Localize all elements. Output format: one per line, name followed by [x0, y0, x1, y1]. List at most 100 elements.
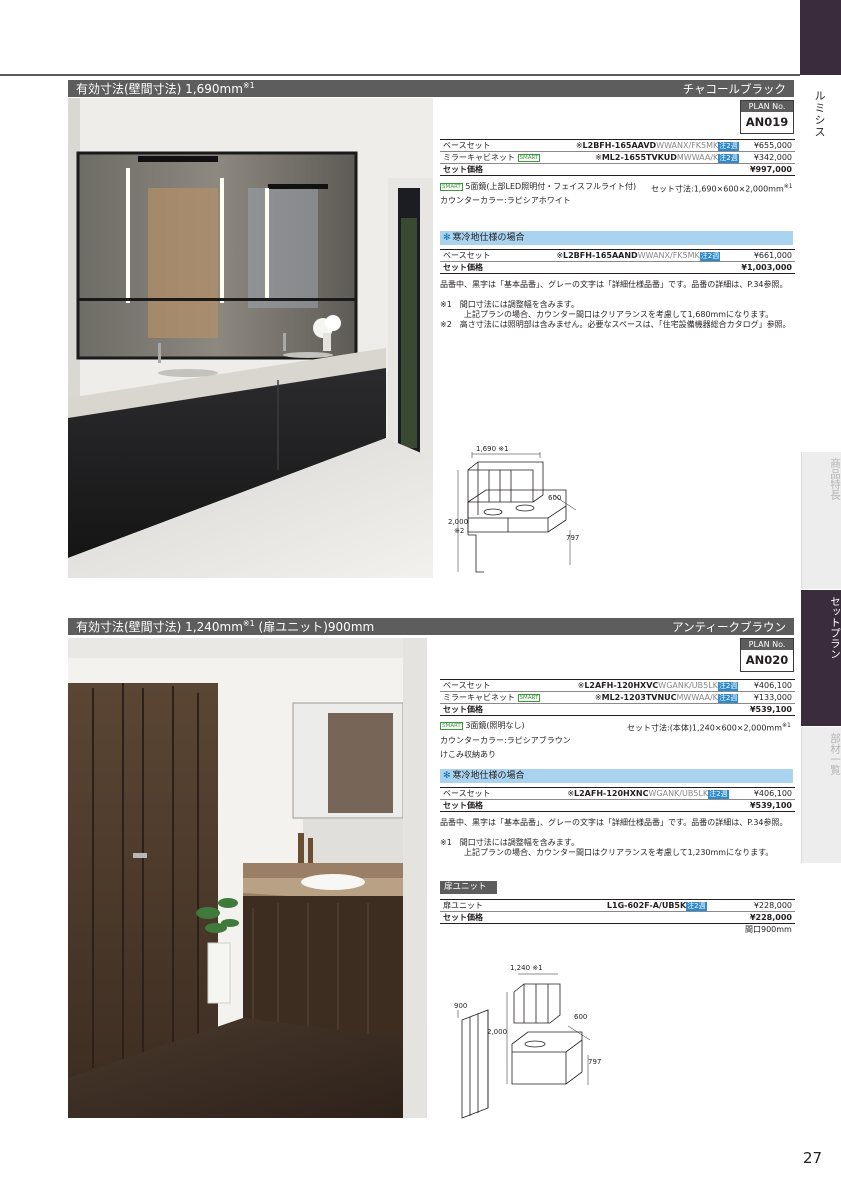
dim-height: 2,000 [448, 518, 468, 526]
series-label: ルミシス [813, 90, 826, 138]
note-line: 上記プランの場合、カウンター間口はクリアランスを考慮して1,230mmになります… [440, 848, 774, 857]
table-row-total: セット価格 ¥539,100 [440, 799, 795, 812]
row-name: ベースセット [440, 787, 511, 800]
dim-height-note: ※2 [454, 527, 464, 535]
snowflake-icon: ✻ [443, 233, 451, 243]
plan-number: AN020 [745, 653, 789, 667]
smart-badge-icon: SMART [517, 693, 541, 702]
product-code: ※L2AFH-120HXVCWGANK/UB5LK注2週 [555, 679, 742, 692]
table-row: ベースセット ※L2BFH-165AANDWWANX/FK5MK注2週 ¥661… [440, 249, 795, 262]
snowflake-icon: ✻ [443, 771, 451, 781]
dim-door-width: 900 [454, 1002, 467, 1010]
page-number: 27 [803, 1149, 823, 1167]
section2-color-name: アンティークブラウン [672, 619, 786, 634]
table-row-total: セット価格 ¥539,100 [440, 703, 795, 716]
row-name: ベースセット [440, 139, 555, 152]
set-dimensions: セット寸法:(本体)1,240×600×2,000mm※1 [627, 722, 791, 733]
dim-counter: 797 [588, 1058, 601, 1066]
row-name: セット価格 [440, 163, 555, 176]
price: ¥133,000 [741, 691, 795, 704]
row-name: セット価格 [440, 799, 511, 812]
table-row: ベースセット ※L2BFH-165AAVDWWANX/FK5MK注2週 ¥655… [440, 139, 795, 152]
table-row: ベースセット ※L2AFH-120HXVCWGANK/UB5LK注2週 ¥406… [440, 679, 795, 692]
product-code: ※L2BFH-165AAVDWWANX/FK5MK注2週 [554, 139, 742, 152]
lead-time-badge: 注2週 [686, 902, 707, 911]
note-line: ※2 高さ寸法には照明部は含みません。必要なスペースは、「住宅設備機器総合カタロ… [440, 320, 791, 329]
price: ¥661,000 [723, 249, 795, 262]
section2-price-table: ベースセット ※L2AFH-120HXVCWGANK/UB5LK注2週 ¥406… [440, 679, 795, 716]
row-name: セット価格 [440, 261, 508, 274]
price: ¥539,100 [741, 703, 795, 716]
section1-title-bar: 有効寸法(壁間寸法) 1,690mm※1 チャコールブラック [68, 80, 794, 97]
note-line: 品番中、黒字は「基本品番」、グレーの文字は「詳細仕様品番」です。品番の詳細は、P… [440, 818, 788, 827]
door-frontage: 間口900mm [745, 925, 792, 934]
product-code: ※ML2-1203TVNUCMWWAA/K注2週 [555, 691, 742, 704]
smart-badge-icon: SMART [440, 721, 463, 730]
lead-time-badge: 注2週 [718, 154, 739, 163]
tab-set-plan[interactable]: セットプラン [801, 590, 841, 726]
cold-region-header: ✻ 寒冷地仕様の場合 [440, 231, 793, 245]
row-name: セット価格 [440, 703, 556, 716]
lead-time-badge: 注2週 [717, 694, 739, 703]
table-row-total: セット価格 ¥1,003,000 [440, 261, 795, 274]
price: ¥342,000 [741, 151, 795, 164]
price: ¥228,000 [709, 899, 795, 912]
mirror-desc: SMART 3面鏡(照明なし) [440, 721, 525, 730]
mirror-desc: SMART 5面鏡(上部LED照明付・フェイスフルライト付) [440, 182, 637, 191]
table-row: ミラーキャビネット SMART ※ML2-1655TVKUDMWWAA/K注2週… [440, 151, 795, 164]
row-name: ベースセット [440, 679, 556, 692]
door-unit-table: 扉ユニット L1G-602F-A/UB5K注2週 ¥228,000 セット価格 … [440, 899, 795, 924]
dim-counter: 797 [566, 534, 579, 542]
section2-cold-table: ベースセット ※L2AFH-120HXNCWGANK/UB5LK注2週 ¥406… [440, 787, 795, 812]
section2-title: 有効寸法(壁間寸法) 1,240mm※1 (扉ユニット)900mm [76, 619, 375, 634]
row-name: ベースセット [440, 249, 508, 262]
counter-color: カウンターカラー:ラピシアブラウン [440, 736, 571, 745]
product-code: L1G-602F-A/UB5K注2週 [521, 899, 710, 912]
section1-dimension-diagram: 1,690 ※1 600 2,000 ※2 797 [448, 445, 579, 573]
lead-time-badge: 注2週 [708, 790, 729, 799]
product-code: ※L2BFH-165AANDWWANX/FK5MK注2週 [507, 249, 724, 262]
product-code: ※ML2-1655TVKUDMWWAA/K注2週 [554, 151, 742, 164]
section2-dimension-diagram: 1,240 ※1 900 2,000 600 797 [454, 964, 601, 1119]
row-name: セット価格 [440, 911, 522, 924]
table-row: ベースセット ※L2AFH-120HXNCWGANK/UB5LK注2週 ¥406… [440, 787, 795, 800]
plan-label: PLAN No. [741, 639, 793, 650]
section2-photo [68, 638, 427, 1118]
section1-title: 有効寸法(壁間寸法) 1,690mm※1 [76, 81, 255, 96]
dim-depth: 600 [548, 494, 561, 502]
top-rule [0, 74, 800, 76]
price: ¥997,000 [741, 163, 795, 176]
table-row: ミラーキャビネット SMART ※ML2-1203TVNUCMWWAA/K注2週… [440, 691, 795, 704]
smart-badge-icon: SMART [517, 153, 541, 162]
price: ¥1,003,000 [723, 261, 795, 274]
section1-photo [68, 98, 433, 578]
price: ¥228,000 [709, 911, 795, 924]
dim-depth: 600 [574, 1013, 587, 1021]
dim-height: 2,000 [487, 1028, 507, 1036]
product-code: ※L2AFH-120HXNCWGANK/UB5LK注2週 [510, 787, 732, 800]
extra-line: けこみ収納あり [440, 750, 496, 759]
plan-label: PLAN No. [741, 101, 793, 112]
lead-time-badge: 注2週 [699, 252, 721, 261]
lead-time-badge: 注2週 [717, 682, 739, 691]
tab-features[interactable]: 商品特長 [801, 452, 841, 589]
price: ¥406,100 [731, 787, 795, 800]
lead-time-badge: 注2週 [718, 142, 739, 151]
tab-parts[interactable]: 部材一覧 [801, 727, 841, 863]
section1-cold-table: ベースセット ※L2BFH-165AANDWWANX/FK5MK注2週 ¥661… [440, 249, 795, 274]
price: ¥406,100 [741, 679, 795, 692]
section2-plan-box: PLAN No. AN020 [740, 638, 794, 672]
door-unit-label: 扉ユニット [440, 881, 497, 894]
section1-color-name: チャコールブラック [682, 81, 786, 96]
price: ¥539,100 [731, 799, 795, 812]
table-row-total: セット価格 ¥228,000 [440, 911, 795, 924]
note-line: 品番中、黒字は「基本品番」、グレーの文字は「詳細仕様品番」です。品番の詳細は、P… [440, 280, 788, 289]
row-name: ミラーキャビネット SMART [440, 691, 556, 704]
table-row: 扉ユニット L1G-602F-A/UB5K注2週 ¥228,000 [440, 899, 795, 912]
row-name: ミラーキャビネット SMART [440, 151, 555, 164]
cold-region-header: ✻ 寒冷地仕様の場合 [440, 769, 793, 783]
row-name: 扉ユニット [440, 899, 522, 912]
counter-color: カウンターカラー:ラピシアホワイト [440, 196, 571, 205]
section2-title-bar: 有効寸法(壁間寸法) 1,240mm※1 (扉ユニット)900mm アンティーク… [68, 618, 794, 635]
price: ¥655,000 [741, 139, 795, 152]
